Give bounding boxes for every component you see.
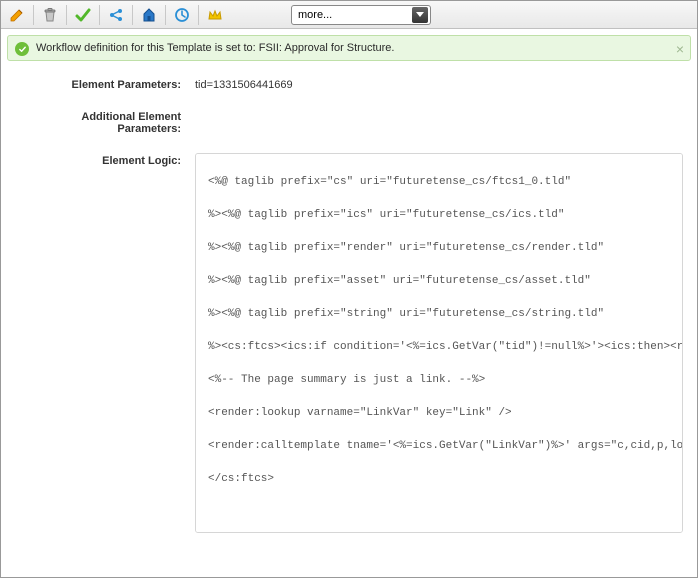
toolbar-divider (132, 5, 133, 25)
toolbar-divider (66, 5, 67, 25)
history-icon[interactable] (170, 4, 194, 26)
element-logic-codebox[interactable]: <%@ taglib prefix="cs" uri="futuretense_… (195, 153, 683, 533)
workflow-notice: Workflow definition for this Template is… (7, 35, 691, 61)
notice-text: Workflow definition for this Template is… (36, 42, 394, 54)
close-icon[interactable]: × (676, 41, 684, 57)
element-parameters-label: Element Parameters: (15, 77, 195, 91)
toolbar-divider (99, 5, 100, 25)
more-dropdown[interactable]: more... (291, 5, 431, 25)
toolbar-divider (33, 5, 34, 25)
additional-element-parameters-value (195, 109, 683, 111)
approve-icon[interactable] (71, 4, 95, 26)
row-additional-element-parameters: Additional Element Parameters: (15, 109, 683, 135)
element-logic-code: <%@ taglib prefix="cs" uri="futuretense_… (196, 154, 683, 508)
bookmark-icon[interactable] (137, 4, 161, 26)
row-element-parameters: Element Parameters: tid=1331506441669 (15, 77, 683, 91)
row-element-logic: Element Logic: <%@ taglib prefix="cs" ur… (15, 153, 683, 533)
crown-icon[interactable] (203, 4, 227, 26)
check-icon (15, 42, 29, 56)
edit-icon[interactable] (5, 4, 29, 26)
toolbar-divider (165, 5, 166, 25)
element-parameters-value: tid=1331506441669 (195, 77, 683, 91)
delete-icon[interactable] (38, 4, 62, 26)
chevron-down-icon (412, 7, 428, 23)
toolbar: more... (1, 1, 697, 29)
toolbar-divider (198, 5, 199, 25)
share-icon[interactable] (104, 4, 128, 26)
more-dropdown-label: more... (298, 9, 332, 21)
additional-element-parameters-label: Additional Element Parameters: (15, 109, 195, 135)
element-logic-label: Element Logic: (15, 153, 195, 167)
content-scroll[interactable]: Element Parameters: tid=1331506441669 Ad… (1, 65, 697, 577)
